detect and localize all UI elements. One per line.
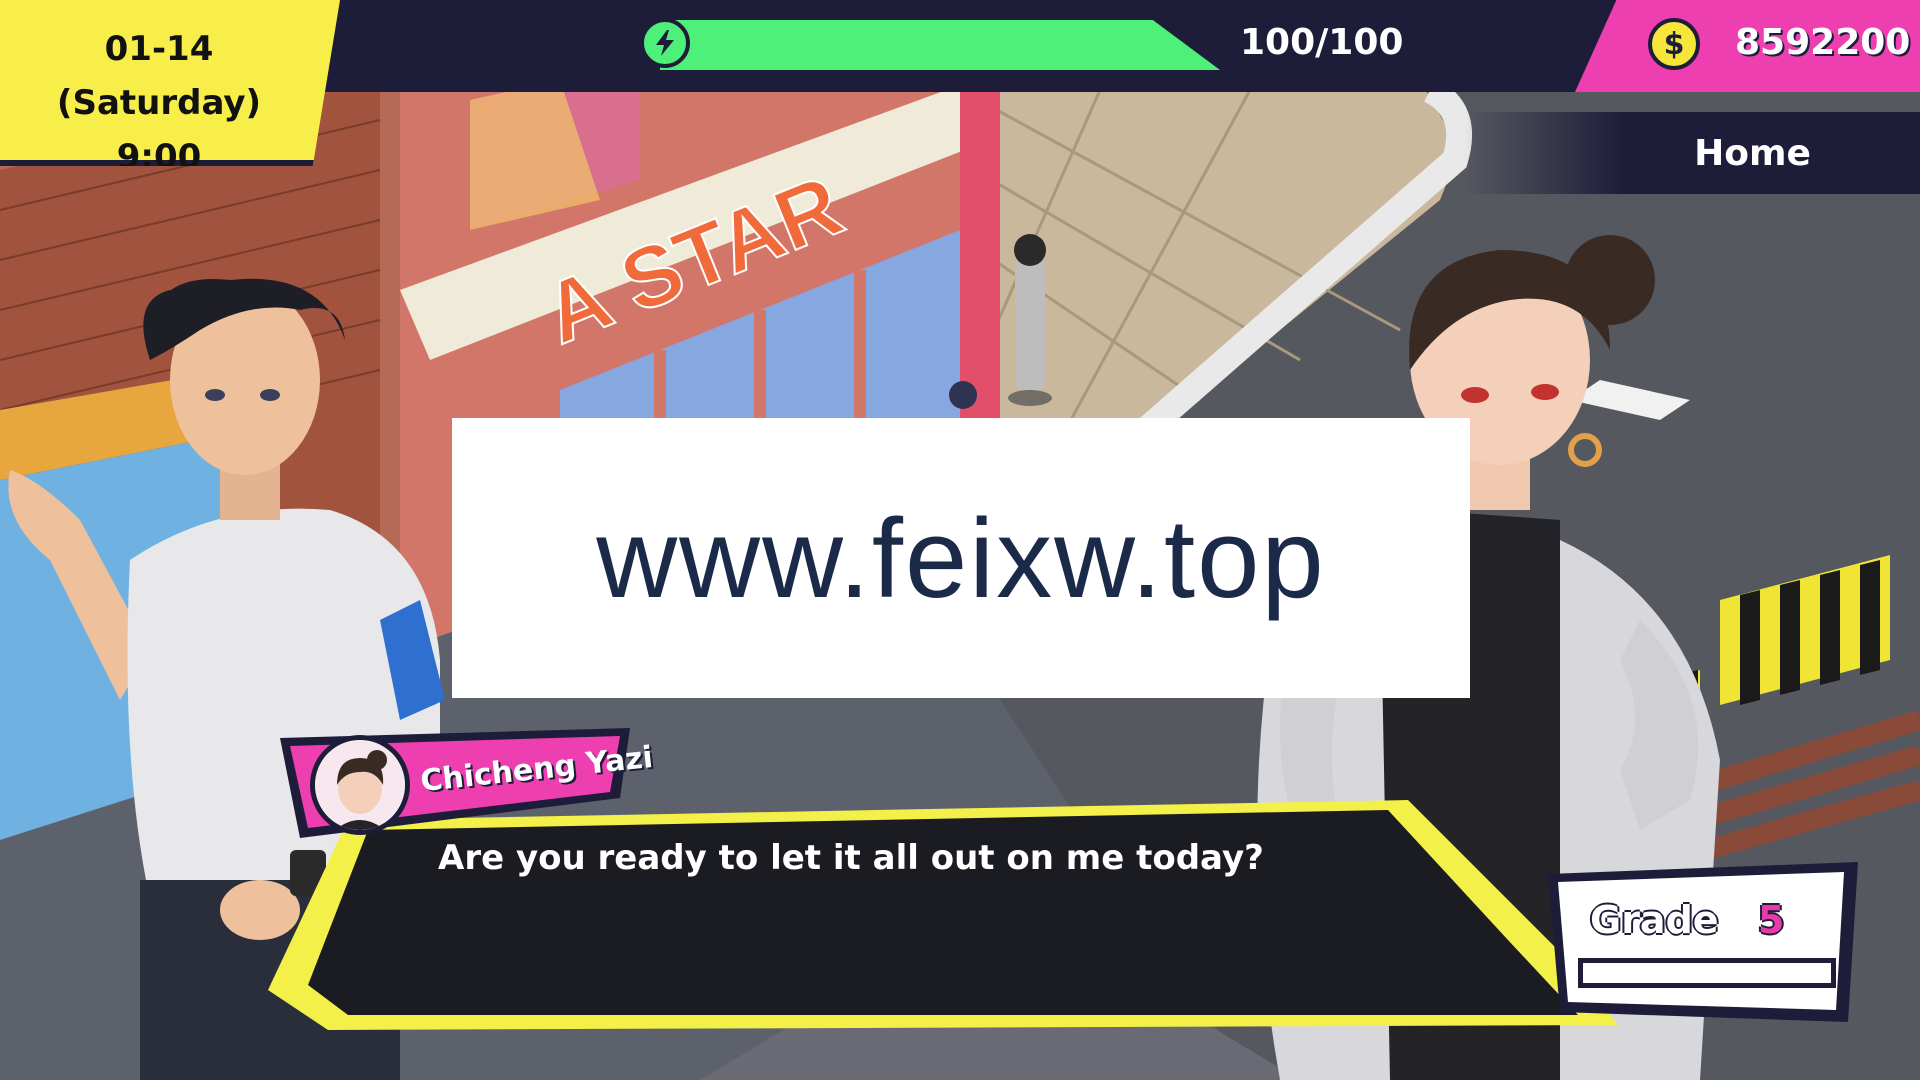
grade-panel [1548, 862, 1858, 1022]
grade-label: Grade [1590, 898, 1719, 942]
watermark-overlay: www.feixw.top [452, 418, 1470, 698]
energy-bar [640, 18, 1220, 74]
energy-value: 100/100 [1240, 22, 1404, 63]
date-label: 01-14 (Saturday) [56, 29, 262, 123]
energy-bar-fill [660, 20, 1220, 70]
money-value: 8592200 [1735, 22, 1911, 63]
grade-progress-bar [1578, 958, 1836, 988]
watermark-text: www.feixw.top [596, 495, 1326, 621]
lightning-bolt-icon [640, 18, 690, 68]
speaker-avatar [310, 735, 410, 835]
coin-icon: $ [1648, 18, 1700, 70]
grade-value: 5 [1758, 898, 1785, 942]
date-time-panel: 01-14 (Saturday) 9:00 [0, 0, 340, 166]
home-button[interactable]: Home [1465, 112, 1920, 194]
dialogue-line: Are you ready to let it all out on me to… [438, 838, 1264, 878]
